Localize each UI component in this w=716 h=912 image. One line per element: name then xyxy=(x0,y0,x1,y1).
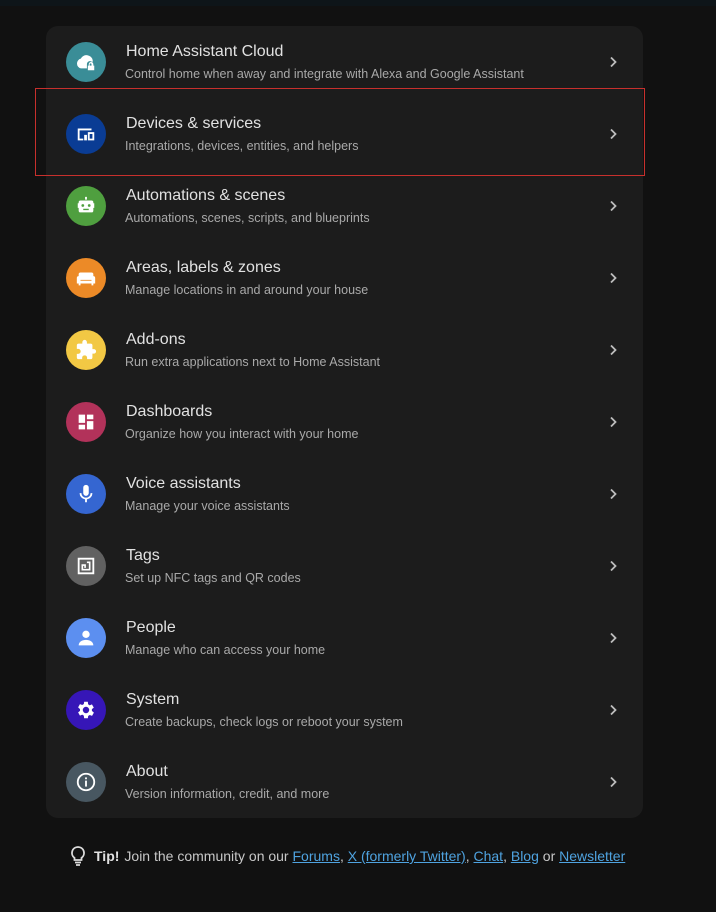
nfc-tag-icon xyxy=(66,546,106,586)
chevron-right-icon xyxy=(610,560,617,572)
chevron-right-icon xyxy=(610,704,617,716)
menu-item-subtitle: Create backups, check logs or reboot you… xyxy=(125,715,403,729)
chevron-right-icon xyxy=(610,272,617,284)
menu-item-voice-assistants[interactable]: Voice assistants Manage your voice assis… xyxy=(46,458,643,530)
chevron-right-icon xyxy=(610,416,617,428)
puzzle-icon xyxy=(66,330,106,370)
microphone-icon xyxy=(66,474,106,514)
menu-item-subtitle: Control home when away and integrate wit… xyxy=(125,67,524,81)
dashboard-icon xyxy=(66,402,106,442)
menu-item-title: Add-ons xyxy=(126,331,186,348)
menu-item-people[interactable]: People Manage who can access your home xyxy=(46,602,643,674)
menu-item-subtitle: Manage locations in and around your hous… xyxy=(125,283,369,297)
settings-menu-card: Home Assistant Cloud Control home when a… xyxy=(46,26,643,818)
account-icon xyxy=(66,618,106,658)
chevron-right-icon xyxy=(610,56,617,68)
menu-item-title: Areas, labels & zones xyxy=(126,259,281,276)
tip-text: Join the community on our xyxy=(124,848,289,864)
menu-item-title: Voice assistants xyxy=(126,475,241,492)
menu-item-title: Dashboards xyxy=(126,403,213,420)
separator-or: or xyxy=(542,848,556,864)
chevron-right-icon xyxy=(610,776,617,788)
menu-item-dashboards[interactable]: Dashboards Organize how you interact wit… xyxy=(46,386,643,458)
lightbulb-icon xyxy=(71,846,85,866)
menu-item-devices-services[interactable]: Devices & services Integrations, devices… xyxy=(46,98,643,170)
menu-item-subtitle: Run extra applications next to Home Assi… xyxy=(125,355,380,369)
newsletter-link[interactable]: Newsletter xyxy=(559,848,625,864)
menu-item-subtitle: Organize how you interact with your home xyxy=(125,427,359,441)
top-bar xyxy=(0,0,716,6)
cloud-lock-icon xyxy=(66,42,106,82)
info-icon xyxy=(66,762,106,802)
menu-item-subtitle: Version information, credit, and more xyxy=(125,787,330,801)
chevron-right-icon xyxy=(610,344,617,356)
robot-icon xyxy=(66,186,106,226)
menu-item-system[interactable]: System Create backups, check logs or reb… xyxy=(46,674,643,746)
chevron-right-icon xyxy=(610,200,617,212)
tip-label: Tip! xyxy=(94,848,120,864)
cog-icon xyxy=(66,690,106,730)
x-twitter-link[interactable]: X (formerly Twitter) xyxy=(348,848,466,864)
separator-comma: , xyxy=(465,848,470,864)
menu-item-automations-scenes[interactable]: Automations & scenes Automations, scenes… xyxy=(46,170,643,242)
menu-item-subtitle: Manage your voice assistants xyxy=(125,499,290,513)
menu-item-title: Devices & services xyxy=(126,115,262,132)
separator-comma: , xyxy=(503,848,507,864)
menu-item-tags[interactable]: Tags Set up NFC tags and QR codes xyxy=(46,530,643,602)
menu-item-subtitle: Integrations, devices, entities, and hel… xyxy=(125,139,359,153)
menu-item-home-assistant-cloud[interactable]: Home Assistant Cloud Control home when a… xyxy=(46,26,643,98)
menu-item-title: People xyxy=(126,619,176,636)
menu-item-subtitle: Manage who can access your home xyxy=(125,643,326,657)
menu-item-title: System xyxy=(126,691,180,708)
chevron-right-icon xyxy=(610,128,617,140)
blog-link[interactable]: Blog xyxy=(511,848,539,864)
community-tip: Tip! Join the community on our Forums, X… xyxy=(68,845,625,867)
chevron-right-icon xyxy=(610,632,617,644)
menu-item-add-ons[interactable]: Add-ons Run extra applications next to H… xyxy=(46,314,643,386)
menu-item-title: Automations & scenes xyxy=(126,187,286,204)
menu-item-subtitle: Automations, scenes, scripts, and bluepr… xyxy=(125,211,370,225)
menu-item-title: About xyxy=(126,763,168,780)
separator-comma: , xyxy=(339,848,344,864)
sofa-icon xyxy=(66,258,106,298)
menu-item-areas-labels-zones[interactable]: Areas, labels & zones Manage locations i… xyxy=(46,242,643,314)
chat-link[interactable]: Chat xyxy=(474,848,504,864)
forums-link[interactable]: Forums xyxy=(293,848,340,864)
menu-item-title: Tags xyxy=(126,547,160,564)
chevron-right-icon xyxy=(610,488,617,500)
menu-item-title: Home Assistant Cloud xyxy=(126,43,284,60)
devices-icon xyxy=(66,114,106,154)
menu-item-about[interactable]: About Version information, credit, and m… xyxy=(46,746,643,818)
menu-item-subtitle: Set up NFC tags and QR codes xyxy=(125,571,301,585)
